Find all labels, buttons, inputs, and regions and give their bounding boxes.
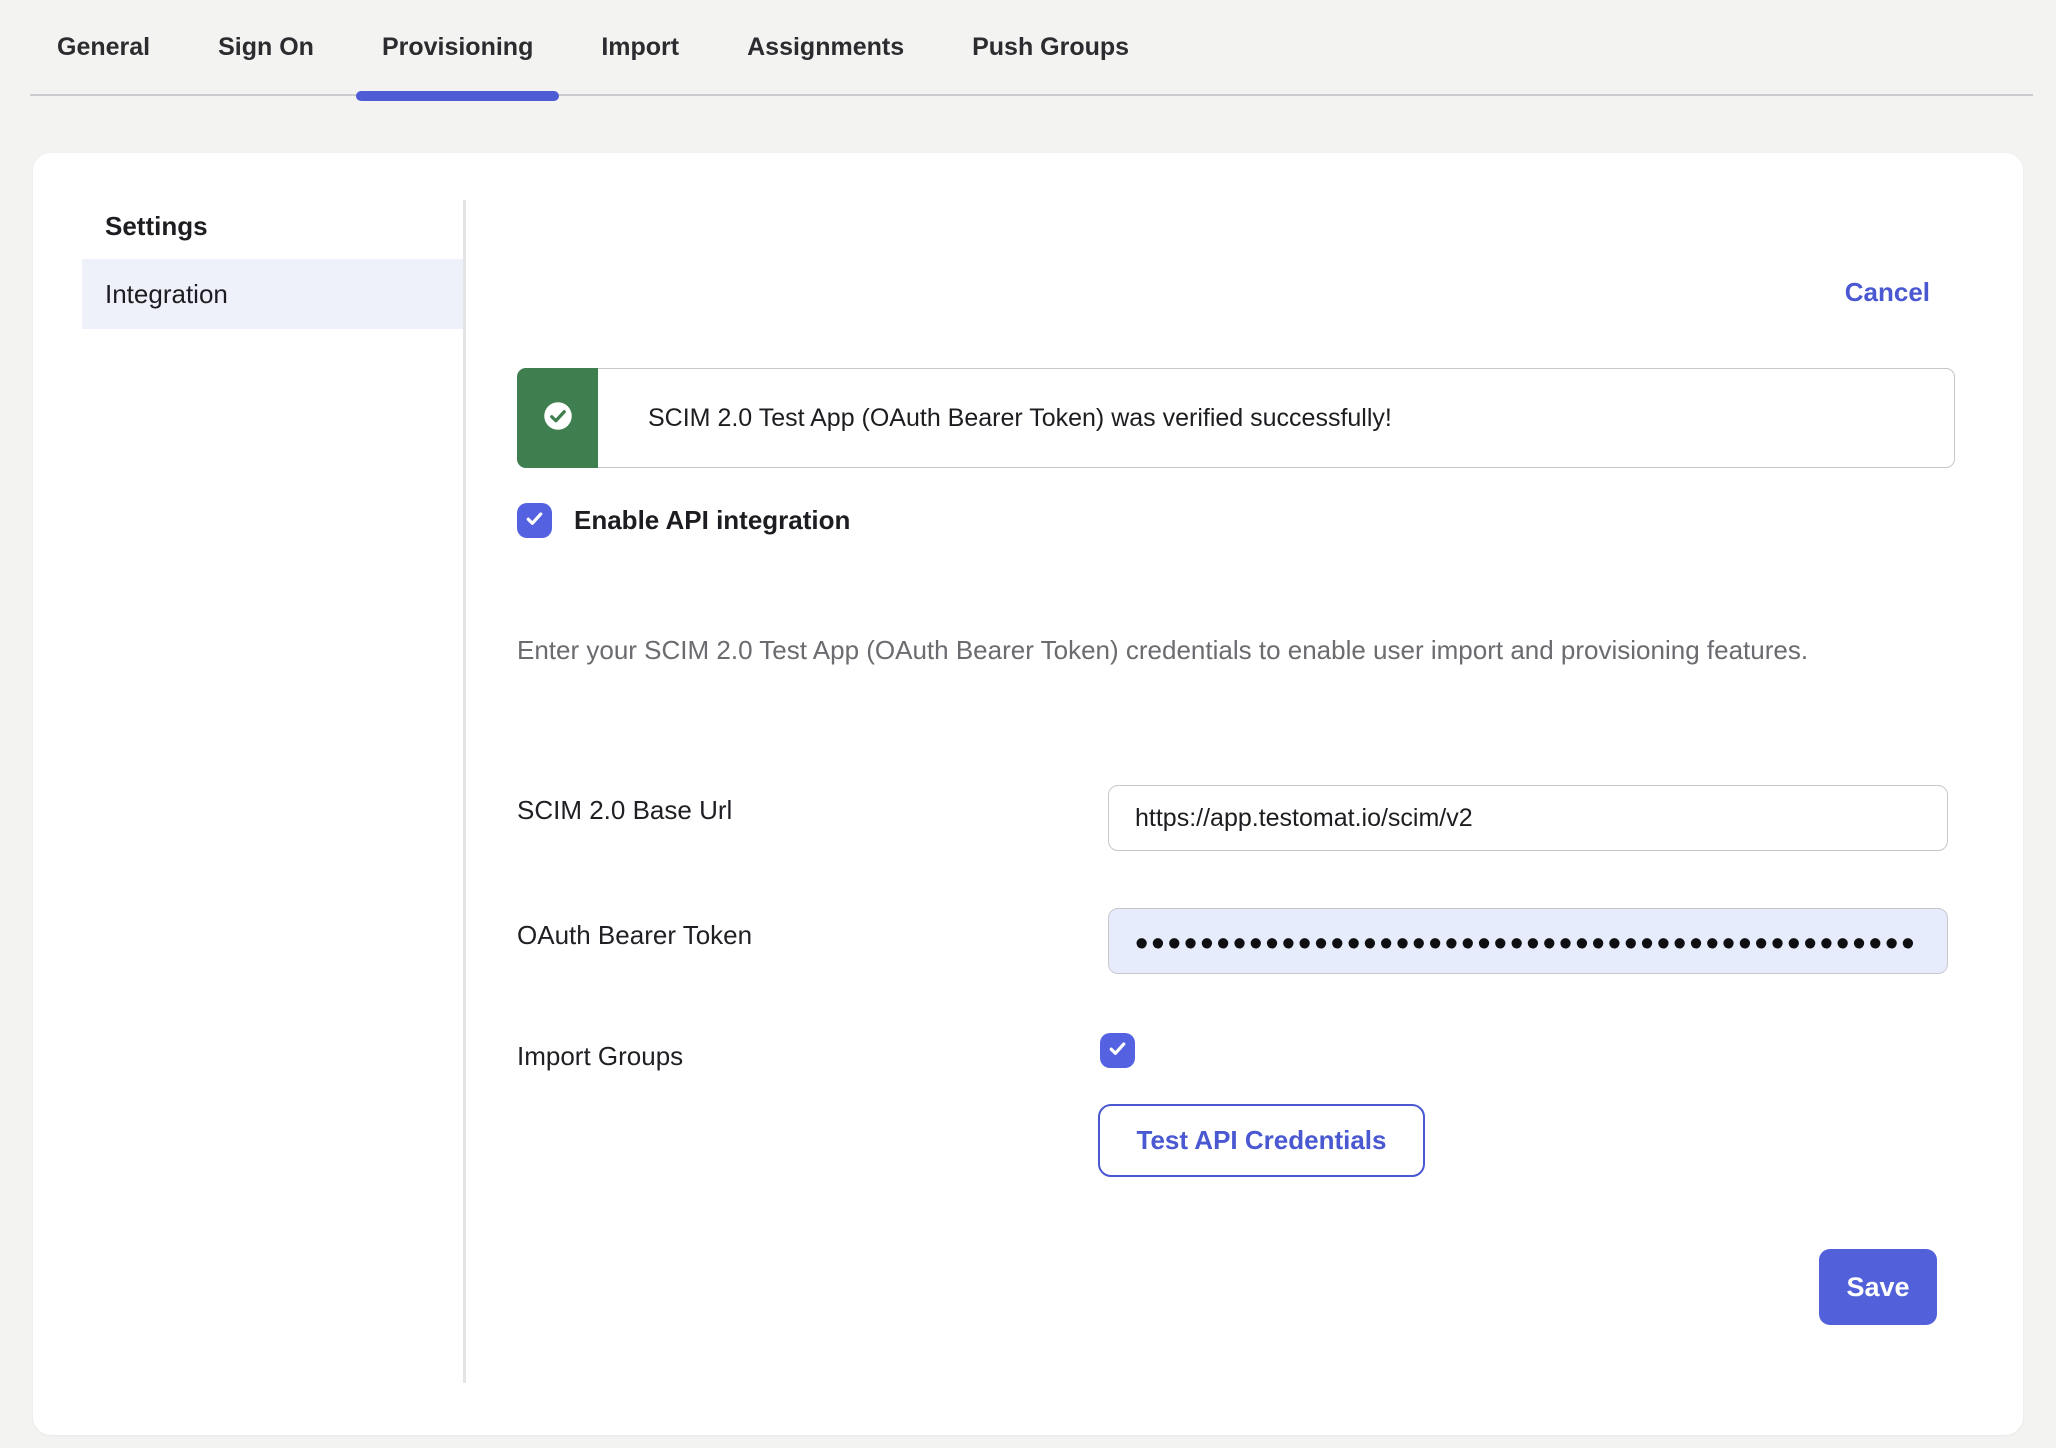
save-button[interactable]: Save (1819, 1249, 1937, 1325)
checkmark-icon (1106, 1037, 1129, 1065)
tab-provisioning[interactable]: Provisioning (358, 0, 557, 94)
sidebar-divider (463, 200, 466, 1383)
scim-base-url-input[interactable] (1108, 785, 1948, 851)
tab-general[interactable]: General (33, 0, 174, 94)
enable-api-label: Enable API integration (574, 505, 850, 536)
provisioning-page: General Sign On Provisioning Import Assi… (0, 0, 2056, 1448)
scim-base-url-label: SCIM 2.0 Base Url (517, 795, 732, 826)
sidebar-header-settings: Settings (105, 211, 208, 242)
sidebar-item-label: Integration (105, 279, 228, 310)
credentials-description: Enter your SCIM 2.0 Test App (OAuth Bear… (517, 626, 1887, 674)
oauth-token-input[interactable] (1108, 908, 1948, 974)
success-check-icon (543, 401, 573, 436)
tab-push-groups[interactable]: Push Groups (948, 0, 1153, 94)
checkmark-icon (523, 507, 546, 535)
enable-api-checkbox[interactable] (517, 503, 552, 538)
tab-assignments[interactable]: Assignments (723, 0, 928, 94)
import-groups-checkbox[interactable] (1100, 1033, 1135, 1068)
enable-api-row: Enable API integration (517, 503, 850, 538)
sidebar-item-integration[interactable]: Integration (82, 259, 463, 329)
cancel-button[interactable]: Cancel (1845, 277, 1930, 308)
app-tab-bar: General Sign On Provisioning Import Assi… (30, 0, 2033, 96)
tab-import[interactable]: Import (577, 0, 703, 94)
alert-message: SCIM 2.0 Test App (OAuth Bearer Token) w… (598, 369, 1392, 467)
provisioning-card: Settings Integration Cancel SCIM 2.0 Tes… (33, 153, 2023, 1435)
import-groups-label: Import Groups (517, 1041, 683, 1072)
oauth-token-label: OAuth Bearer Token (517, 920, 752, 951)
success-alert: SCIM 2.0 Test App (OAuth Bearer Token) w… (517, 368, 1955, 468)
tab-sign-on[interactable]: Sign On (194, 0, 338, 94)
integration-settings-panel: Cancel SCIM 2.0 Test App (OAuth Bearer T… (517, 153, 1955, 1435)
success-icon-panel (517, 368, 598, 468)
test-api-credentials-button[interactable]: Test API Credentials (1098, 1104, 1425, 1177)
